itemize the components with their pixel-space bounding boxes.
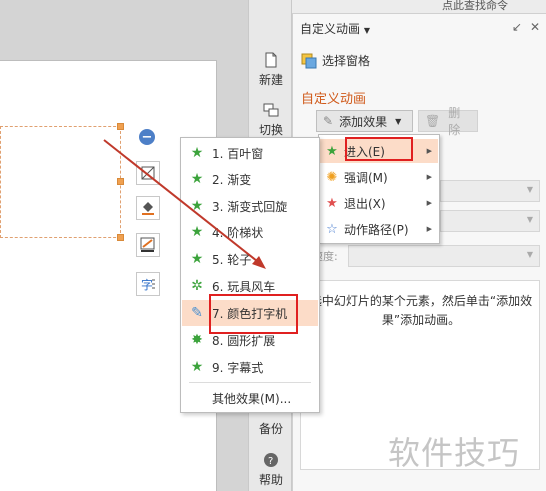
annotation-arrow (103, 139, 266, 269)
watermark: 软件技巧 (388, 434, 521, 472)
